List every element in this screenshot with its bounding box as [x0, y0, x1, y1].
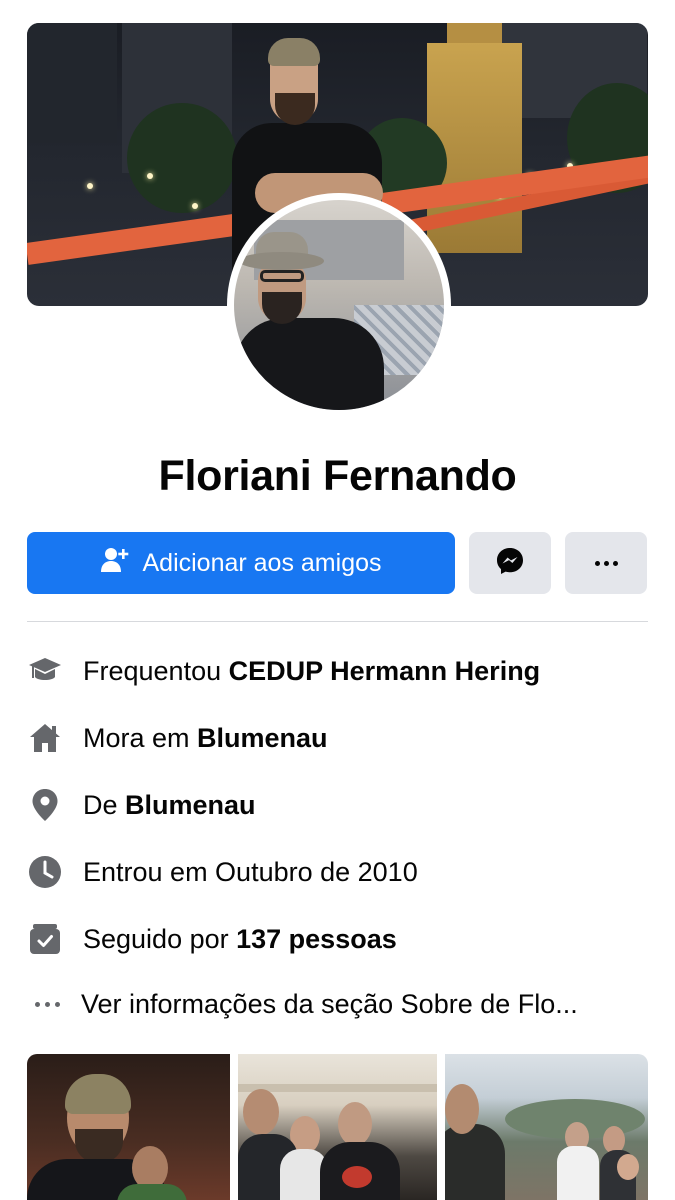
add-friend-icon [100, 545, 130, 582]
location-pin-icon [27, 787, 63, 823]
info-residence-text: Mora em Blumenau [83, 722, 328, 753]
info-joined: Entrou em Outubro de 2010 [27, 852, 648, 892]
photo-thumbnail[interactable] [238, 1054, 437, 1200]
info-hometown[interactable]: De Blumenau [27, 785, 648, 825]
profile-name: Floriani Fernando [158, 452, 517, 500]
info-residence[interactable]: Mora em Blumenau [27, 718, 648, 758]
see-about-link[interactable]: Ver informações da seção Sobre de Flo... [27, 984, 648, 1024]
info-education[interactable]: Frequentou CEDUP Hermann Hering [27, 651, 648, 691]
followers-icon [27, 921, 63, 957]
add-friend-label: Adicionar aos amigos [142, 548, 382, 577]
more-dots-icon [27, 986, 63, 1022]
profile-picture[interactable] [227, 193, 451, 417]
graduation-cap-icon [27, 653, 63, 689]
home-icon [27, 720, 63, 756]
messenger-button[interactable] [469, 532, 551, 594]
avatar [234, 200, 444, 410]
info-followers[interactable]: Seguido por 137 pessoas [27, 919, 648, 959]
info-joined-text: Entrou em Outubro de 2010 [83, 856, 418, 887]
divider [27, 621, 648, 622]
clock-icon [27, 854, 63, 890]
add-friend-button[interactable]: Adicionar aos amigos [27, 532, 455, 594]
more-options-button[interactable] [565, 532, 647, 594]
info-hometown-text: De Blumenau [83, 789, 256, 820]
info-education-text: Frequentou CEDUP Hermann Hering [83, 655, 541, 686]
profile-page: Floriani Fernando Adicionar aos amigos F… [0, 0, 675, 1200]
photo-thumbnail[interactable] [27, 1054, 230, 1200]
messenger-icon [495, 546, 525, 581]
see-about-text: Ver informações da seção Sobre de Flo... [81, 988, 578, 1019]
more-options-icon [594, 560, 618, 566]
info-followers-text: Seguido por 137 pessoas [83, 923, 397, 954]
photo-thumbnail[interactable] [445, 1054, 648, 1200]
